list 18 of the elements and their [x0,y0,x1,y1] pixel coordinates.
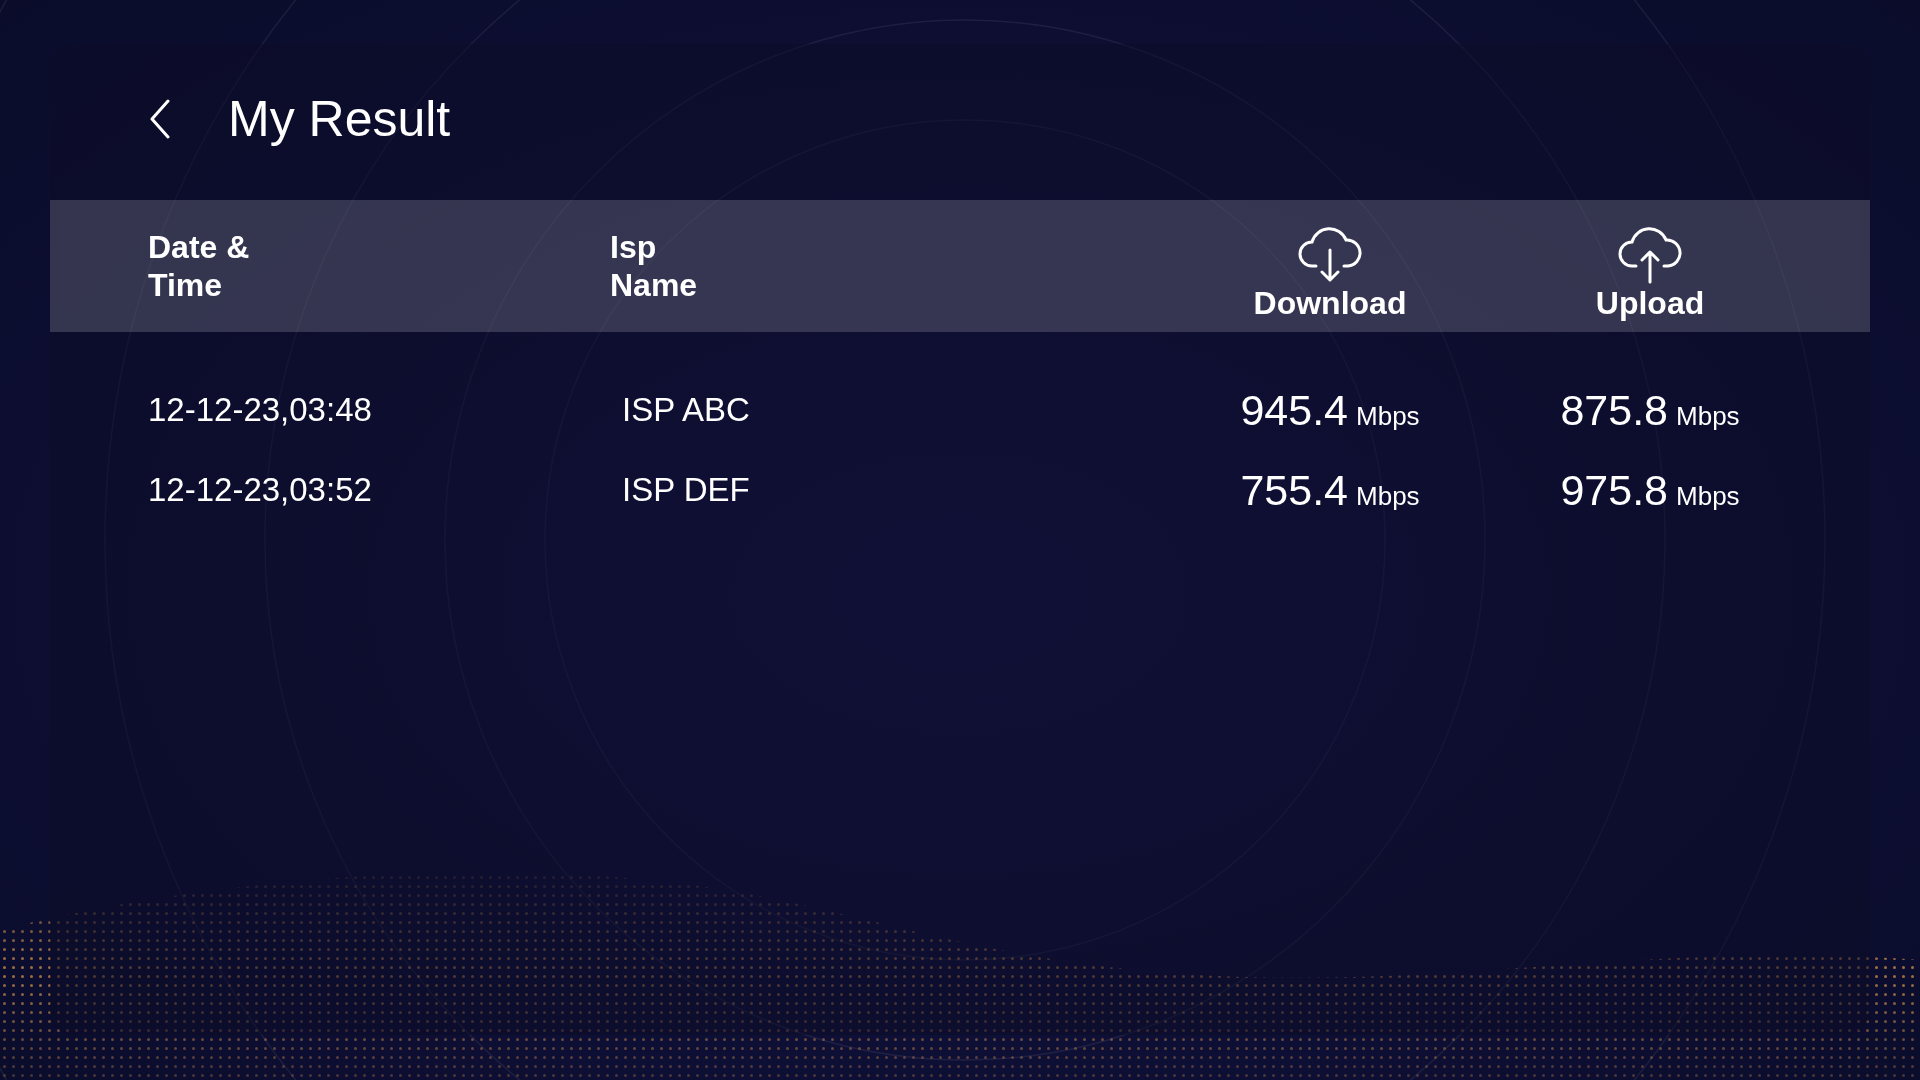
column-header: Isp Name [610,227,699,305]
column-header: Upload [1595,283,1705,323]
speed-unit: Mbps [1356,480,1420,512]
column-header: Date & Time [148,227,251,305]
speed-unit: Mbps [1676,480,1740,512]
date-time-cell-text: 12-12-23,03:52 [148,471,373,509]
back-icon[interactable] [148,99,172,139]
speed-value: 945.4 [1240,385,1348,435]
speed-value: 975.8 [1560,465,1668,515]
page-title: My Result [228,90,451,148]
speed-value: 755.4 [1240,465,1348,515]
speed-unit: Mbps [1676,400,1740,432]
column-header: Download [1253,283,1407,323]
speed-unit: Mbps [1356,400,1420,432]
isp-name-cell-text: ISP ABC [621,391,751,429]
isp-name-cell-text: ISP DEF [621,471,751,509]
date-time-cell-text: 12-12-23,03:48 [148,391,373,429]
speed-value: 875.8 [1560,385,1668,435]
